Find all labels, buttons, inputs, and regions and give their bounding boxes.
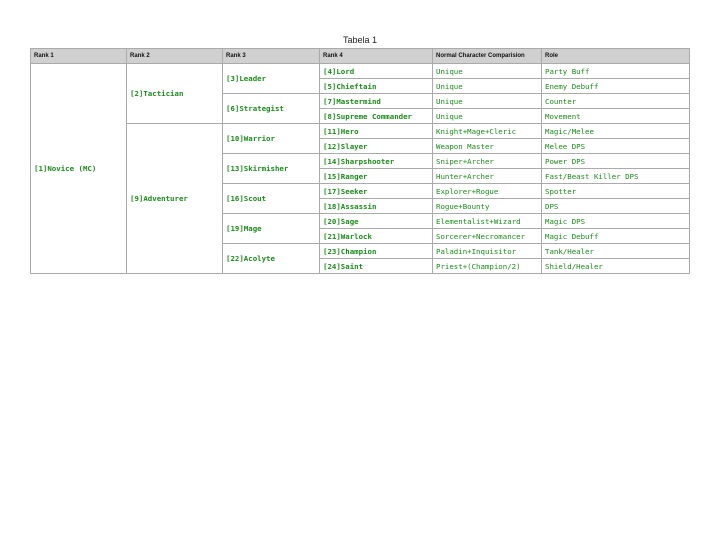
rank4-cell: [4]Lord [319,63,433,79]
comparison-cell: Sorcerer+Necromancer [432,228,542,244]
rank3-cell: [6]Strategist [222,93,320,124]
role-cell: DPS [541,198,690,214]
comparison-cell: Rogue+Bounty [432,198,542,214]
rank4-cell: [8]Supreme Commander [319,108,433,124]
comparison-cell: Unique [432,93,542,109]
role-cell: Spotter [541,183,690,199]
rank4-cell: [12]Slayer [319,138,433,154]
comparison-cell: Hunter+Archer [432,168,542,184]
rank3-cell: [22]Acolyte [222,243,320,274]
rank4-cell: [11]Hero [319,123,433,139]
role-cell: Magic Debuff [541,228,690,244]
rank3-cell: [10]Warrior [222,123,320,154]
rank3-cell: [16]Scout [222,183,320,214]
header-rank4: Rank 4 [319,48,433,64]
rank-table: Rank 1 Rank 2 Rank 3 Rank 4 Normal Chara… [30,48,690,274]
table-caption: Tabela 1 [342,35,378,45]
role-cell: Fast/Beast Killer DPS [541,168,690,184]
rank3-cell: [3]Leader [222,63,320,94]
role-cell: Power DPS [541,153,690,169]
rank4-cell: [5]Chieftain [319,78,433,94]
header-rank1: Rank 1 [30,48,127,64]
comparison-cell: Knight+Mage+Cleric [432,123,542,139]
rank3-cell: [13]Skirmisher [222,153,320,184]
rank2-cell: [9]Adventurer [126,123,223,274]
role-cell: Tank/Healer [541,243,690,259]
rank2-cell: [2]Tactician [126,63,223,124]
header-comparison: Normal Character Comparision [432,48,542,64]
table-row: [1]Novice (MC) [2]Tactician [3]Leader [4… [30,63,690,274]
rank4-cell: [14]Sharpshooter [319,153,433,169]
table-row: [9]Adventurer [10]Warrior [11]Hero Knigh… [31,123,690,274]
comparison-cell: Paladin+Inquisitor [432,243,542,259]
role-cell: Counter [541,93,690,109]
header-rank2: Rank 2 [126,48,223,64]
rank4-cell: [20]Sage [319,213,433,229]
comparison-cell: Unique [432,78,542,94]
header-rank3: Rank 3 [222,48,320,64]
rank4-cell: [23]Champion [319,243,433,259]
rank3-cell: [19]Mage [222,213,320,244]
rank4-cell: [17]Seeker [319,183,433,199]
role-cell: Party Buff [541,63,690,79]
rank4-cell: [15]Ranger [319,168,433,184]
comparison-cell: Unique [432,63,542,79]
role-cell: Enemy Debuff [541,78,690,94]
role-cell: Magic DPS [541,213,690,229]
role-cell: Shield/Healer [541,258,690,274]
header-role: Role [541,48,690,64]
comparison-cell: Sniper+Archer [432,153,542,169]
role-cell: Melee DPS [541,138,690,154]
comparison-cell: Unique [432,108,542,124]
comparison-cell: Weapon Master [432,138,542,154]
rank4-cell: [7]Mastermind [319,93,433,109]
rank4-cell: [21]Warlock [319,228,433,244]
role-cell: Movement [541,108,690,124]
comparison-cell: Priest+(Champion/2) [432,258,542,274]
rank4-cell: [18]Assassin [319,198,433,214]
comparison-cell: Explorer+Rogue [432,183,542,199]
header-row: Rank 1 Rank 2 Rank 3 Rank 4 Normal Chara… [30,48,690,64]
comparison-cell: Elementalist+Wizard [432,213,542,229]
role-cell: Magic/Melee [541,123,690,139]
rank4-cell: [24]Saint [319,258,433,274]
rank1-cell: [1]Novice (MC) [30,63,127,274]
